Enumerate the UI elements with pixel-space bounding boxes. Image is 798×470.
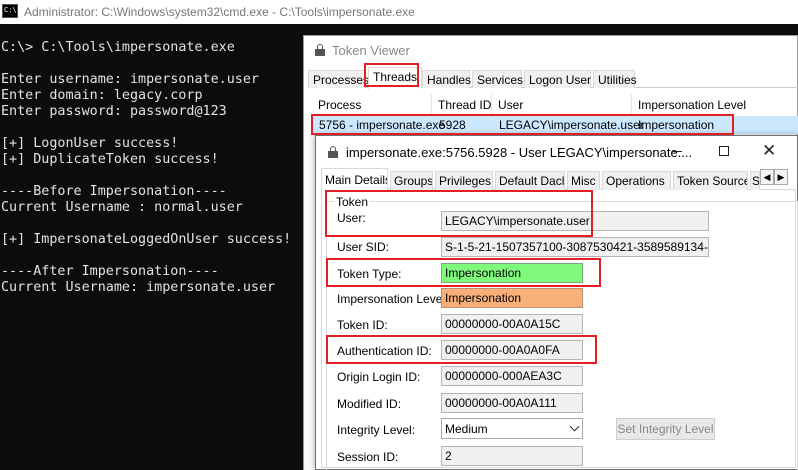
maximize-icon (719, 146, 729, 156)
column-header-process[interactable]: Process (312, 94, 432, 116)
tab-default-dacl[interactable]: Default Dacl (495, 171, 565, 190)
modified-id-field[interactable]: 00000000-00A0A111 (441, 393, 583, 413)
threads-tab-highlight (364, 63, 419, 87)
column-header-user[interactable]: User (492, 94, 632, 116)
tab-services[interactable]: Services (472, 70, 523, 88)
console-line: [+] LogonUser success! (1, 136, 179, 151)
impersonation-level-label: Impersonation Level: (337, 292, 449, 306)
column-header-thread-id[interactable]: Thread ID (432, 94, 492, 116)
tab-operations[interactable]: Operations (602, 171, 671, 190)
chevron-down-icon (569, 421, 580, 432)
close-button[interactable]: ✕ (754, 140, 784, 162)
chevron-left-icon: ◀ (763, 172, 771, 182)
lock-icon (315, 44, 325, 56)
tab-logon-user[interactable]: Logon User (524, 70, 591, 88)
column-header-impersonation-level[interactable]: Impersonation Level (632, 94, 798, 116)
tab-privileges[interactable]: Privileges (435, 171, 493, 190)
user-sid-label: User SID: (337, 240, 390, 254)
maximize-button[interactable] (709, 140, 739, 162)
user-highlight (325, 190, 593, 237)
console-line: Enter password: password@123 (1, 104, 227, 119)
properties-tabs: Main Details Groups Privileges Default D… (321, 168, 796, 191)
session-id-field[interactable]: 2 (441, 446, 583, 466)
chevron-right-icon: ▶ (777, 172, 785, 182)
lock-icon (328, 146, 338, 158)
console-line: [+] ImpersonateLoggedOnUser success! (1, 232, 292, 247)
console-line: [+] DuplicateToken success! (1, 152, 219, 167)
tab-scroll-right-button[interactable]: ▶ (774, 169, 788, 185)
authentication-id-highlight (326, 335, 597, 364)
integrity-level-value: Medium (445, 422, 488, 436)
tab-main-details[interactable]: Main Details (321, 168, 388, 191)
modified-id-label: Modified ID: (337, 397, 402, 411)
console-line: Enter username: impersonate.user (1, 72, 259, 87)
session-id-label: Session ID: (337, 450, 399, 464)
origin-login-id-label: Origin Login ID: (337, 370, 421, 384)
dialog-title: impersonate.exe:5756.5928 - User LEGACY\… (346, 145, 693, 160)
thread-row-highlight (311, 114, 734, 135)
token-type-highlight (326, 258, 601, 287)
cmd-titlebar[interactable]: C:\ Administrator: C:\Windows\system32\c… (0, 0, 798, 24)
tab-s-partial[interactable]: S (750, 171, 760, 190)
token-viewer-titlebar[interactable]: Token Viewer (304, 36, 797, 66)
tab-groups[interactable]: Groups (390, 171, 433, 190)
cmd-icon: C:\ (2, 4, 18, 18)
token-viewer-title: Token Viewer (332, 43, 410, 58)
console-line: C:\> C:\Tools\impersonate.exe (1, 40, 235, 55)
console-line: Enter domain: legacy.corp (1, 88, 203, 103)
console-line: Current Username : normal.user (1, 200, 243, 215)
impersonation-level-field[interactable]: Impersonation (441, 288, 583, 308)
user-sid-field[interactable]: S-1-5-21-1507357100-3087530421-358958913… (441, 237, 709, 257)
set-integrity-level-button[interactable]: Set Integrity Level (616, 418, 715, 440)
tab-scroll-left-button[interactable]: ◀ (760, 169, 774, 185)
integrity-level-select[interactable]: Medium (441, 418, 583, 439)
token-id-label: Token ID: (337, 318, 388, 332)
token-id-field[interactable]: 00000000-00A0A15C (441, 314, 583, 334)
tab-utilities[interactable]: Utilities (593, 70, 637, 88)
minimize-icon (672, 151, 682, 152)
cmd-window-title: Administrator: C:\Windows\system32\cmd.e… (24, 5, 415, 19)
console-line: ----Before Impersonation---- (1, 184, 227, 199)
tab-misc[interactable]: Misc (567, 171, 600, 190)
console-line: Current Username: impersonate.user (1, 280, 276, 295)
origin-login-id-field[interactable]: 00000000-000AEA3C (441, 366, 583, 386)
tab-handles[interactable]: Handles (422, 70, 471, 88)
console-line: ----After Impersonation---- (1, 264, 219, 279)
tab-token-source[interactable]: Token Source (673, 171, 748, 190)
minimize-button[interactable] (662, 140, 692, 162)
close-icon: ✕ (762, 141, 777, 160)
integrity-level-label: Integrity Level: (337, 423, 416, 437)
tab-processes[interactable]: Processes (308, 70, 369, 88)
